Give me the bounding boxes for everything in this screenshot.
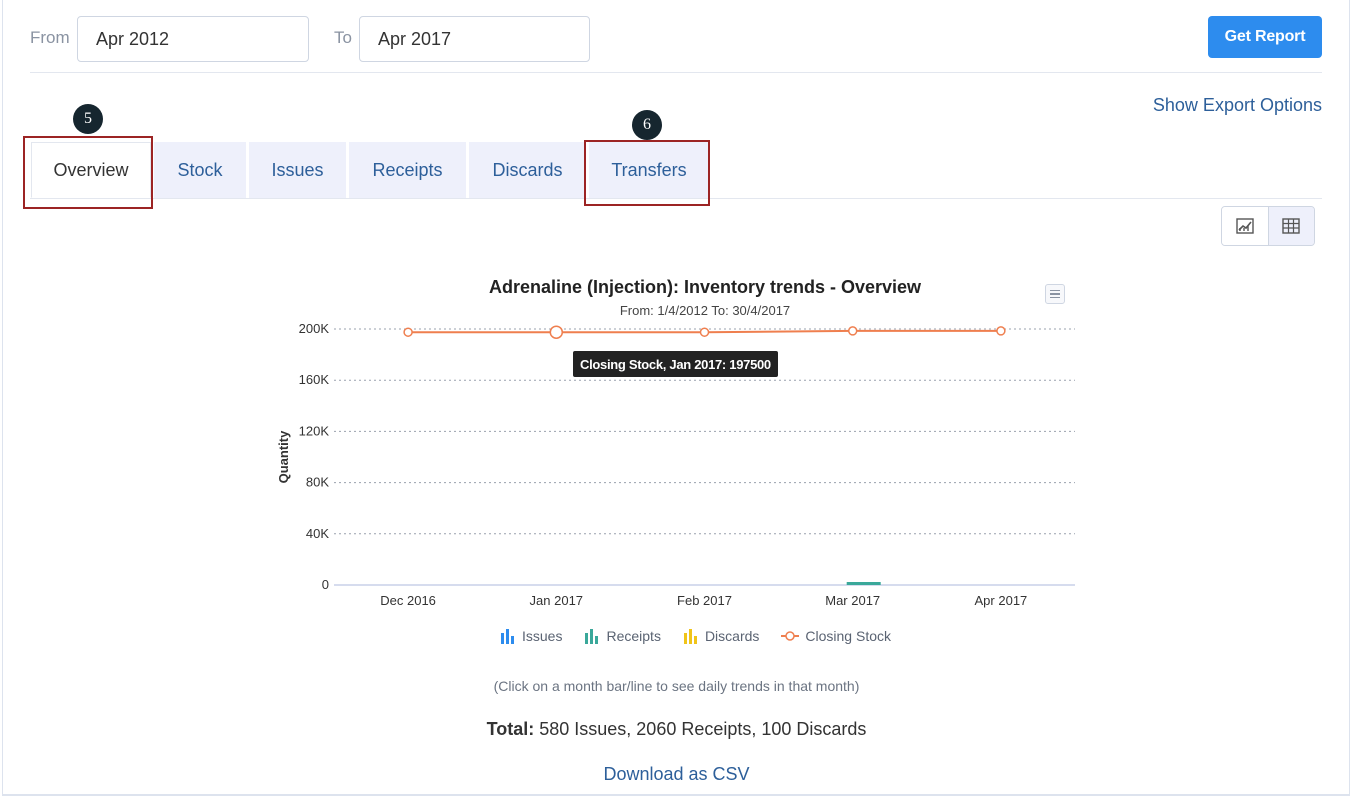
legend-label: Closing Stock [805, 628, 891, 644]
chart-hint-text: (Click on a month bar/line to see daily … [493, 678, 860, 694]
legend-label: Receipts [606, 628, 661, 644]
chart-menu-button[interactable] [1045, 284, 1065, 304]
get-report-button[interactable]: Get Report [1208, 16, 1322, 58]
chart-icon [1236, 218, 1254, 234]
table-view-button[interactable] [1267, 207, 1314, 245]
annotation-badge-6: 6 [632, 110, 662, 140]
bar-chart-icon [585, 629, 599, 644]
tab-receipts[interactable]: Receipts [349, 142, 466, 198]
from-label: From [30, 28, 70, 47]
bar-chart-icon [501, 629, 514, 644]
total-values: 580 Issues, 2060 Receipts, 100 Discards [534, 719, 867, 739]
download-csv-link[interactable]: Download as CSV [0, 764, 1353, 785]
table-icon [1282, 218, 1300, 234]
legend-item-closing-stock[interactable]: Closing Stock [781, 628, 891, 644]
header-divider [30, 72, 1322, 73]
chart-view-button[interactable] [1222, 207, 1268, 245]
bar-chart-icon [683, 629, 697, 644]
highlight-transfers-tab [584, 140, 710, 206]
tab-issues[interactable]: Issues [249, 142, 346, 198]
highlight-overview-tab [23, 136, 153, 209]
chart-legend: Issues Receipts Discards Closing Stock [500, 628, 891, 644]
tab-label: Receipts [372, 159, 443, 180]
chart-title: Adrenaline (Injection): Inventory trends… [488, 277, 922, 297]
report-frame [2, 0, 1350, 796]
legend-label: Issues [522, 628, 563, 644]
totals-summary: Total: 580 Issues, 2060 Receipts, 100 Di… [0, 719, 1353, 740]
tab-stock[interactable]: Stock [154, 142, 246, 198]
chart-tooltip: Closing Stock, Jan 2017: 197500 [573, 351, 778, 377]
from-date-input[interactable] [77, 16, 309, 62]
tab-label: Issues [271, 159, 324, 180]
tab-label: Discards [492, 159, 563, 180]
to-label: To [334, 28, 352, 47]
legend-label: Discards [704, 628, 760, 644]
view-toggle [1221, 206, 1315, 246]
tab-discards[interactable]: Discards [469, 142, 586, 198]
to-date-input[interactable] [359, 16, 590, 62]
annotation-badge-5: 5 [73, 104, 103, 134]
legend-item-discards[interactable]: Discards [683, 628, 759, 644]
show-export-options-link[interactable]: Show Export Options [1153, 95, 1322, 116]
tab-label: Stock [177, 159, 223, 180]
legend-item-issues[interactable]: Issues [500, 628, 562, 644]
total-label: Total: [486, 719, 535, 739]
chart-subtitle: From: 1/4/2012 To: 30/4/2017 [619, 303, 791, 318]
legend-item-receipts[interactable]: Receipts [584, 628, 661, 644]
line-marker-icon [781, 631, 800, 641]
